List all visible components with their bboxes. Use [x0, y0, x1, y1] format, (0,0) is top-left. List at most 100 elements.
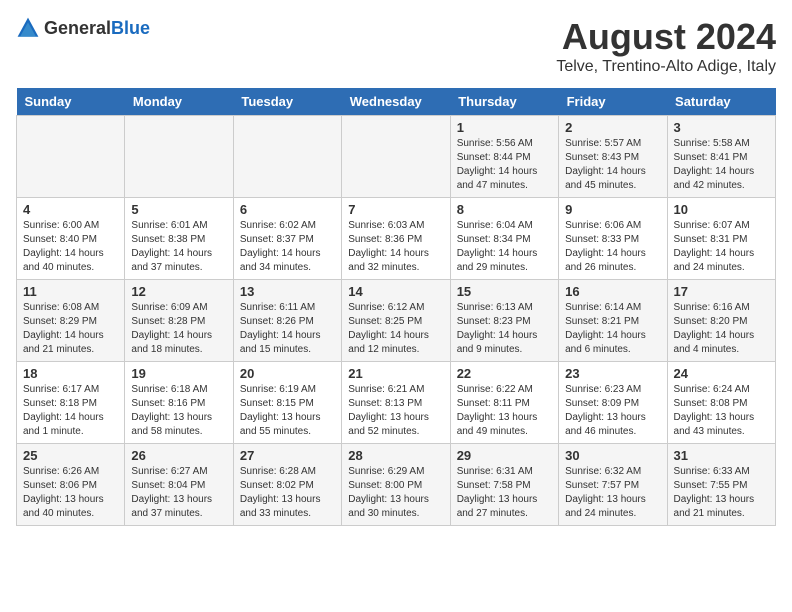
calendar-cell: 26 Sunrise: 6:27 AM Sunset: 8:04 PM Dayli…: [125, 444, 233, 526]
day-number: 7: [348, 202, 443, 217]
day-info: Sunrise: 6:21 AM Sunset: 8:13 PM Dayligh…: [348, 383, 443, 439]
calendar-cell: 28 Sunrise: 6:29 AM Sunset: 8:00 PM Dayli…: [342, 444, 450, 526]
day-info: Sunrise: 6:24 AM Sunset: 8:08 PM Dayligh…: [674, 383, 769, 439]
day-info: Sunrise: 5:57 AM Sunset: 8:43 PM Dayligh…: [565, 137, 660, 193]
calendar-cell: 9 Sunrise: 6:06 AM Sunset: 8:33 PM Daylig…: [559, 198, 667, 280]
day-number: 2: [565, 120, 660, 135]
day-info: Sunrise: 6:17 AM Sunset: 8:18 PM Dayligh…: [23, 383, 118, 439]
calendar-cell: 2 Sunrise: 5:57 AM Sunset: 8:43 PM Daylig…: [559, 116, 667, 198]
calendar-cell: 23 Sunrise: 6:23 AM Sunset: 8:09 PM Dayli…: [559, 362, 667, 444]
day-info: Sunrise: 6:06 AM Sunset: 8:33 PM Dayligh…: [565, 219, 660, 275]
day-info: Sunrise: 6:03 AM Sunset: 8:36 PM Dayligh…: [348, 219, 443, 275]
calendar-cell: 14Sunrise: 6:12 AM Sunset: 8:25 PM Dayli…: [342, 280, 450, 362]
calendar-cell: 3 Sunrise: 5:58 AM Sunset: 8:41 PM Daylig…: [667, 116, 775, 198]
header-day-monday: Monday: [125, 88, 233, 116]
week-row-4: 25 Sunrise: 6:26 AM Sunset: 8:06 PM Dayli…: [17, 444, 776, 526]
header-day-sunday: Sunday: [17, 88, 125, 116]
day-info: Sunrise: 5:56 AM Sunset: 8:44 PM Dayligh…: [457, 137, 552, 193]
calendar-cell: 19 Sunrise: 6:18 AM Sunset: 8:16 PM Dayli…: [125, 362, 233, 444]
day-info: Sunrise: 6:13 AM Sunset: 8:23 PM Dayligh…: [457, 301, 552, 357]
calendar-cell: [342, 116, 450, 198]
day-number: 23: [565, 366, 660, 381]
day-number: 18: [23, 366, 118, 381]
day-number: 25: [23, 448, 118, 463]
calendar-body: 1 Sunrise: 5:56 AM Sunset: 8:44 PM Daylig…: [17, 116, 776, 526]
day-info: Sunrise: 6:27 AM Sunset: 8:04 PM Dayligh…: [131, 465, 226, 521]
day-number: 26: [131, 448, 226, 463]
header: GeneralBlue August 2024 Telve, Trentino-…: [16, 16, 776, 76]
day-number: 9: [565, 202, 660, 217]
week-row-0: 1 Sunrise: 5:56 AM Sunset: 8:44 PM Daylig…: [17, 116, 776, 198]
calendar-cell: 1 Sunrise: 5:56 AM Sunset: 8:44 PM Daylig…: [450, 116, 558, 198]
month-title: August 2024: [556, 16, 776, 58]
header-day-tuesday: Tuesday: [233, 88, 341, 116]
day-number: 20: [240, 366, 335, 381]
day-number: 3: [674, 120, 769, 135]
calendar-cell: 11Sunrise: 6:08 AM Sunset: 8:29 PM Dayli…: [17, 280, 125, 362]
calendar-cell: 25 Sunrise: 6:26 AM Sunset: 8:06 PM Dayli…: [17, 444, 125, 526]
day-number: 17: [674, 284, 769, 299]
logo-icon: [16, 16, 40, 40]
week-row-3: 18 Sunrise: 6:17 AM Sunset: 8:18 PM Dayli…: [17, 362, 776, 444]
week-row-1: 4 Sunrise: 6:00 AM Sunset: 8:40 PM Daylig…: [17, 198, 776, 280]
day-number: 16: [565, 284, 660, 299]
day-number: 14: [348, 284, 443, 299]
calendar-cell: 21Sunrise: 6:21 AM Sunset: 8:13 PM Dayli…: [342, 362, 450, 444]
header-day-wednesday: Wednesday: [342, 88, 450, 116]
day-number: 31: [674, 448, 769, 463]
calendar-cell: 6Sunrise: 6:02 AM Sunset: 8:37 PM Daylig…: [233, 198, 341, 280]
calendar-cell: 4 Sunrise: 6:00 AM Sunset: 8:40 PM Daylig…: [17, 198, 125, 280]
day-info: Sunrise: 6:00 AM Sunset: 8:40 PM Dayligh…: [23, 219, 118, 275]
title-area: August 2024 Telve, Trentino-Alto Adige, …: [556, 16, 776, 76]
calendar-cell: 24Sunrise: 6:24 AM Sunset: 8:08 PM Dayli…: [667, 362, 775, 444]
day-number: 1: [457, 120, 552, 135]
day-info: Sunrise: 6:16 AM Sunset: 8:20 PM Dayligh…: [674, 301, 769, 357]
day-info: Sunrise: 6:19 AM Sunset: 8:15 PM Dayligh…: [240, 383, 335, 439]
logo: GeneralBlue: [16, 16, 150, 40]
day-info: Sunrise: 6:07 AM Sunset: 8:31 PM Dayligh…: [674, 219, 769, 275]
day-info: Sunrise: 6:28 AM Sunset: 8:02 PM Dayligh…: [240, 465, 335, 521]
calendar-cell: 5Sunrise: 6:01 AM Sunset: 8:38 PM Daylig…: [125, 198, 233, 280]
day-number: 12: [131, 284, 226, 299]
header-day-friday: Friday: [559, 88, 667, 116]
day-number: 15: [457, 284, 552, 299]
calendar-cell: 16 Sunrise: 6:14 AM Sunset: 8:21 PM Dayli…: [559, 280, 667, 362]
day-number: 22: [457, 366, 552, 381]
calendar-cell: 17 Sunrise: 6:16 AM Sunset: 8:20 PM Dayli…: [667, 280, 775, 362]
day-info: Sunrise: 6:09 AM Sunset: 8:28 PM Dayligh…: [131, 301, 226, 357]
calendar-cell: 8 Sunrise: 6:04 AM Sunset: 8:34 PM Daylig…: [450, 198, 558, 280]
day-info: Sunrise: 6:14 AM Sunset: 8:21 PM Dayligh…: [565, 301, 660, 357]
day-info: Sunrise: 6:04 AM Sunset: 8:34 PM Dayligh…: [457, 219, 552, 275]
day-info: Sunrise: 6:26 AM Sunset: 8:06 PM Dayligh…: [23, 465, 118, 521]
week-row-2: 11Sunrise: 6:08 AM Sunset: 8:29 PM Dayli…: [17, 280, 776, 362]
day-info: Sunrise: 5:58 AM Sunset: 8:41 PM Dayligh…: [674, 137, 769, 193]
calendar-cell: 12 Sunrise: 6:09 AM Sunset: 8:28 PM Dayli…: [125, 280, 233, 362]
day-info: Sunrise: 6:29 AM Sunset: 8:00 PM Dayligh…: [348, 465, 443, 521]
calendar-cell: [17, 116, 125, 198]
day-number: 29: [457, 448, 552, 463]
logo-general: General: [44, 18, 111, 38]
day-number: 11: [23, 284, 118, 299]
day-number: 4: [23, 202, 118, 217]
day-number: 8: [457, 202, 552, 217]
day-info: Sunrise: 6:11 AM Sunset: 8:26 PM Dayligh…: [240, 301, 335, 357]
calendar-cell: 30Sunrise: 6:32 AM Sunset: 7:57 PM Dayli…: [559, 444, 667, 526]
day-info: Sunrise: 6:23 AM Sunset: 8:09 PM Dayligh…: [565, 383, 660, 439]
calendar-cell: 31 Sunrise: 6:33 AM Sunset: 7:55 PM Dayli…: [667, 444, 775, 526]
day-number: 13: [240, 284, 335, 299]
day-number: 28: [348, 448, 443, 463]
day-number: 6: [240, 202, 335, 217]
calendar-cell: 20 Sunrise: 6:19 AM Sunset: 8:15 PM Dayli…: [233, 362, 341, 444]
day-number: 30: [565, 448, 660, 463]
day-info: Sunrise: 6:33 AM Sunset: 7:55 PM Dayligh…: [674, 465, 769, 521]
logo-blue: Blue: [111, 18, 150, 38]
day-number: 19: [131, 366, 226, 381]
location-title: Telve, Trentino-Alto Adige, Italy: [556, 58, 776, 76]
day-info: Sunrise: 6:31 AM Sunset: 7:58 PM Dayligh…: [457, 465, 552, 521]
calendar-cell: [233, 116, 341, 198]
day-info: Sunrise: 6:22 AM Sunset: 8:11 PM Dayligh…: [457, 383, 552, 439]
day-number: 10: [674, 202, 769, 217]
day-number: 27: [240, 448, 335, 463]
day-info: Sunrise: 6:18 AM Sunset: 8:16 PM Dayligh…: [131, 383, 226, 439]
calendar-cell: 7 Sunrise: 6:03 AM Sunset: 8:36 PM Daylig…: [342, 198, 450, 280]
